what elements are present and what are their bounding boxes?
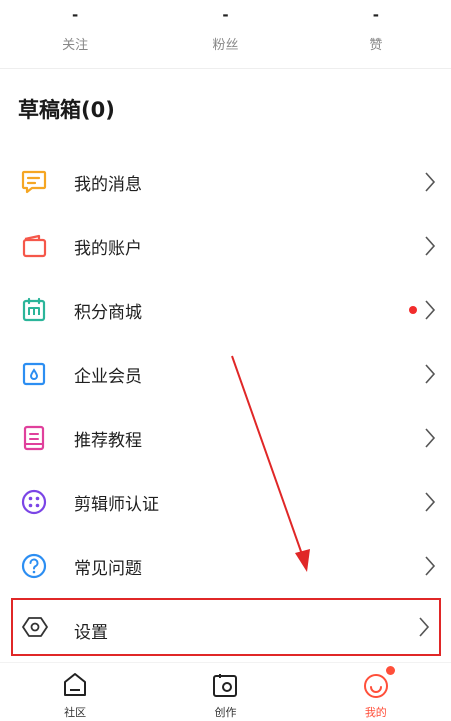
followers-count: -	[222, 6, 229, 24]
following-label: 关注	[62, 38, 89, 53]
tab-label-me: 我的	[364, 706, 387, 719]
menu-item-enterprise[interactable]: 企业会员	[0, 342, 451, 406]
camera-icon	[213, 674, 238, 697]
chevron-right-icon	[425, 556, 436, 576]
menu-list: 我的消息 我的账户 积分商城 企业会员 推荐教程 剪辑师认证 常见问题	[0, 150, 451, 598]
likes-stat[interactable]: - 赞	[301, 0, 451, 66]
tab-community[interactable]: 社区	[0, 663, 150, 721]
enterprise-icon	[22, 362, 46, 386]
wallet-icon	[22, 234, 47, 258]
certification-icon	[21, 489, 47, 515]
tab-me[interactable]: 我的	[301, 663, 451, 721]
smile-icon	[363, 674, 388, 698]
menu-item-certification[interactable]: 剪辑师认证	[0, 470, 451, 534]
menu-label-certification: 剪辑师认证	[74, 494, 159, 515]
notification-dot	[409, 306, 417, 314]
points-mall-icon	[22, 297, 46, 322]
stats-row: - 关注 - 粉丝 - 赞	[0, 0, 451, 66]
tab-label-create: 创作	[214, 706, 237, 719]
tab-create[interactable]: 创作	[150, 663, 300, 721]
menu-item-points-mall[interactable]: 积分商城	[0, 278, 451, 342]
book-icon	[23, 425, 45, 451]
likes-count: -	[372, 6, 379, 24]
notification-dot	[385, 666, 395, 675]
drafts-title[interactable]: 草稿箱(0)	[18, 94, 115, 124]
settings-icon	[22, 617, 48, 637]
bottom-tab-bar: 社区 创作 我的	[0, 662, 451, 721]
followers-label: 粉丝	[212, 38, 239, 53]
menu-item-faq[interactable]: 常见问题	[0, 534, 451, 598]
following-stat[interactable]: - 关注	[0, 0, 150, 66]
chevron-right-icon	[425, 492, 436, 512]
chevron-right-icon	[425, 364, 436, 384]
menu-label-tutorials: 推荐教程	[74, 430, 142, 451]
chevron-right-icon	[425, 428, 436, 448]
followers-stat[interactable]: - 粉丝	[150, 0, 300, 66]
menu-label-points-mall: 积分商城	[74, 302, 142, 323]
home-icon	[64, 673, 87, 696]
likes-label: 赞	[369, 38, 383, 53]
menu-label-faq: 常见问题	[74, 558, 142, 579]
following-count: -	[72, 6, 79, 24]
menu-label-enterprise: 企业会员	[74, 366, 142, 387]
chevron-right-icon	[425, 236, 436, 256]
menu-item-settings[interactable]: 设置	[11, 598, 441, 656]
message-icon	[21, 170, 47, 194]
chevron-right-icon	[425, 172, 436, 192]
menu-label-messages: 我的消息	[74, 174, 142, 195]
menu-label-account: 我的账户	[74, 238, 142, 259]
menu-label-settings: 设置	[74, 623, 108, 643]
chevron-right-icon	[419, 617, 430, 637]
help-icon	[21, 553, 47, 579]
menu-item-tutorials[interactable]: 推荐教程	[0, 406, 451, 470]
divider	[0, 68, 451, 69]
tab-label-community: 社区	[64, 706, 87, 719]
chevron-right-icon	[425, 300, 436, 320]
menu-item-messages[interactable]: 我的消息	[0, 150, 451, 214]
menu-item-account[interactable]: 我的账户	[0, 214, 451, 278]
